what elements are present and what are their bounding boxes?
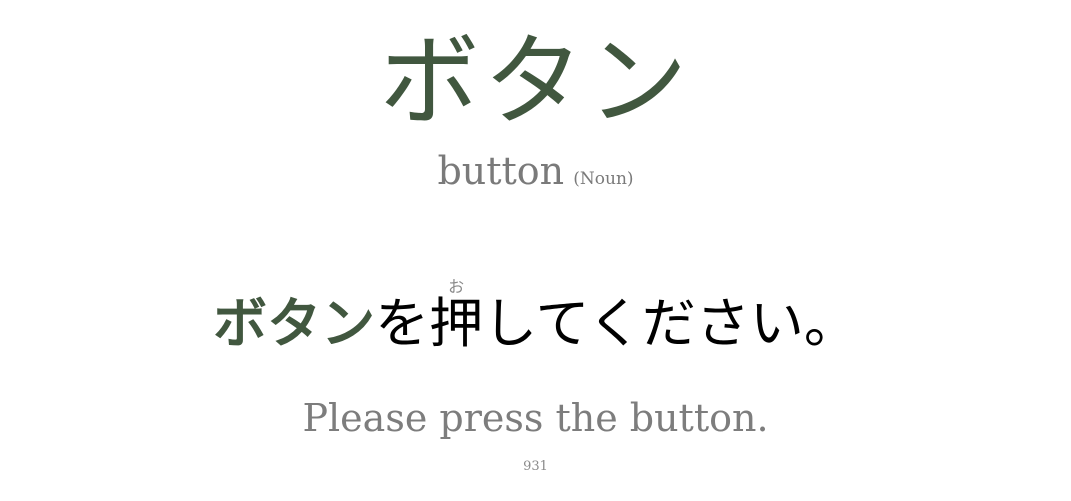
english-gloss: button — [437, 149, 565, 193]
part-of-speech: (Noun) — [573, 169, 634, 189]
furigana-kanji: 押お — [429, 277, 484, 355]
sentence-particle: を — [375, 292, 430, 355]
example-sentence: ボタンを押おしてください。 — [0, 268, 1071, 379]
sentence-target-word: ボタン — [213, 291, 376, 355]
card-number: 931 — [523, 459, 548, 474]
sentence-kanji: 押 — [429, 292, 484, 355]
flashcard: ボタン button (Noun) ボタンを押おしてください。 Please p… — [0, 0, 1071, 501]
sentence-translation: Please press the button. — [302, 396, 769, 440]
sentence-rest: してください。 — [483, 292, 858, 355]
vocab-word: ボタン — [379, 23, 692, 140]
furigana-reading: お — [429, 277, 484, 296]
meaning-line: button (Noun) — [0, 148, 1071, 194]
